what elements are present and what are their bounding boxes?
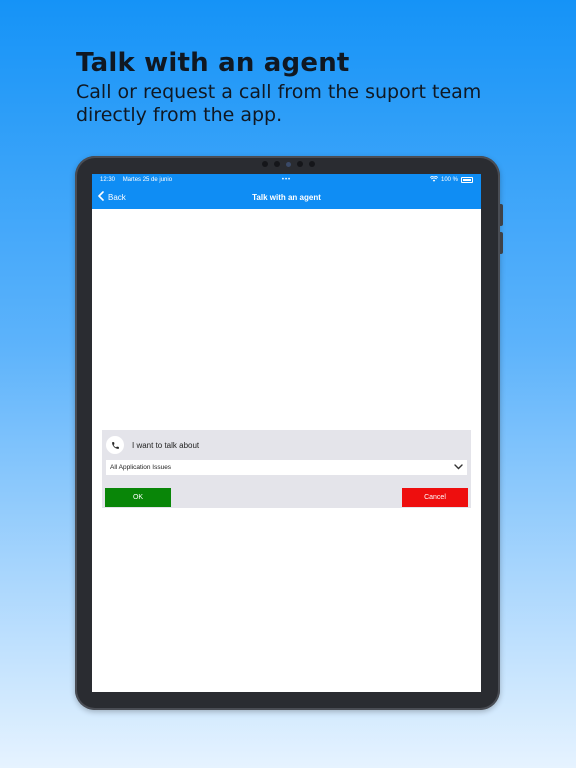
status-right: 100 %: [429, 175, 473, 184]
status-date: Martes 25 de junio: [122, 176, 173, 183]
topic-select-value: All Application Issues: [110, 464, 172, 471]
sensor-dot: [308, 161, 315, 167]
chevron-left-icon: [98, 191, 104, 203]
page-title: Talk with an agent: [252, 192, 321, 202]
back-button[interactable]: Back: [92, 191, 126, 203]
cancel-button[interactable]: Cancel: [402, 488, 468, 507]
topic-select[interactable]: All Application Issues: [106, 460, 467, 475]
multitask-dots: •••: [281, 176, 292, 183]
volume-button: [500, 232, 503, 254]
volume-button: [500, 204, 503, 226]
status-time: 12:30: [100, 176, 116, 183]
status-bar: 12:30 Martes 25 de junio ••• 100 %: [92, 174, 481, 185]
sensor-dot: [273, 161, 280, 167]
sensor-dot: [261, 161, 268, 167]
dialog-title: I want to talk about: [132, 440, 200, 450]
marketing-subline: Call or request a call from the suport t…: [76, 81, 482, 126]
phone-icon: [106, 436, 124, 454]
marketing-headline: Talk with an agent: [76, 48, 350, 78]
wifi-icon: [429, 175, 439, 184]
sensor-dot: [296, 161, 303, 167]
app-screen: 12:30 Martes 25 de junio ••• 100 % Back …: [92, 174, 481, 692]
camera-lens: [285, 161, 291, 167]
dialog-header: I want to talk about: [102, 433, 471, 457]
talk-dialog: I want to talk about All Application Iss…: [102, 430, 471, 508]
ok-button[interactable]: OK: [105, 488, 171, 507]
status-left: 12:30 Martes 25 de junio: [100, 177, 178, 183]
battery-icon: [461, 176, 473, 183]
dialog-buttons: OK Cancel: [105, 488, 468, 507]
camera-bar: [253, 160, 323, 168]
back-label: Back: [108, 192, 126, 202]
chevron-down-icon: [454, 463, 463, 472]
nav-bar: Back Talk with an agent: [92, 185, 481, 209]
tablet-frame: 12:30 Martes 25 de junio ••• 100 % Back …: [75, 156, 503, 710]
battery-percent: 100 %: [440, 176, 458, 183]
